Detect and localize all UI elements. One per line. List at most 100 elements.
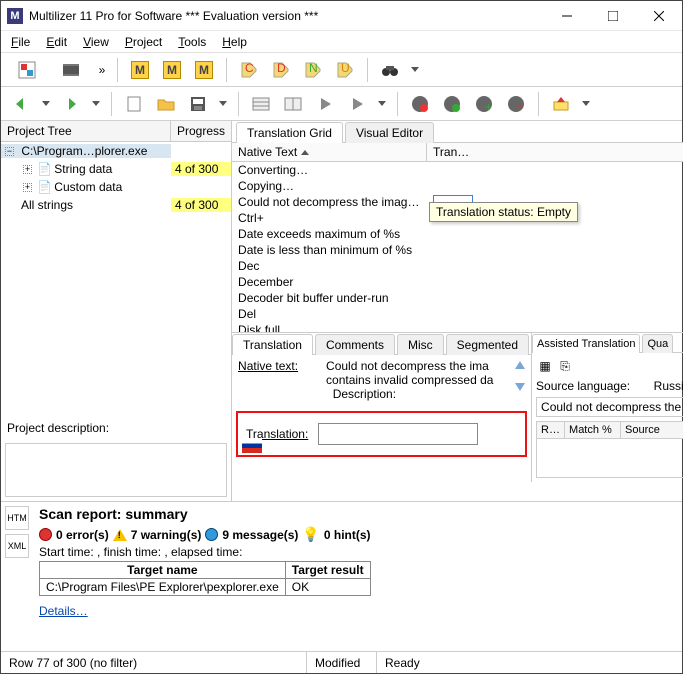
tab-misc[interactable]: Misc xyxy=(397,334,444,355)
tag-c-button[interactable]: C xyxy=(235,56,263,84)
xml-report-icon[interactable]: XML xyxy=(5,534,29,558)
tab-visual-editor[interactable]: Visual Editor xyxy=(345,122,434,143)
report-counters: 0 error(s) 7 warning(s) 9 message(s) 💡0 … xyxy=(39,526,674,543)
svg-text:C: C xyxy=(245,61,254,75)
assist-col-match[interactable]: Match % xyxy=(565,422,621,438)
col-native[interactable]: Native Text xyxy=(232,143,427,161)
grid-button-2[interactable] xyxy=(279,90,307,118)
svg-text:+: + xyxy=(485,100,492,114)
assist-btn-1[interactable]: ▦ xyxy=(536,357,554,375)
tab-segmented[interactable]: Segmented xyxy=(446,334,529,355)
report-th-target[interactable]: Target name xyxy=(40,562,286,579)
grid-row[interactable]: December xyxy=(232,274,683,290)
html-report-icon[interactable]: HTM xyxy=(5,506,29,530)
tree-header-project[interactable]: Project Tree xyxy=(1,121,171,141)
back-dropdown[interactable] xyxy=(39,101,53,106)
play-button[interactable] xyxy=(311,90,339,118)
menu-edit[interactable]: Edit xyxy=(40,33,73,51)
tag-u-button[interactable]: U xyxy=(331,56,359,84)
tab-qa[interactable]: Qua xyxy=(642,334,673,353)
back-button[interactable] xyxy=(7,90,35,118)
expand-icon[interactable]: + xyxy=(23,183,32,192)
build-dropdown[interactable] xyxy=(579,101,593,106)
string-progress: 4 of 300 xyxy=(171,162,231,176)
prev-icon[interactable] xyxy=(515,361,525,369)
close-button[interactable] xyxy=(636,1,682,31)
m-button-2[interactable]: M xyxy=(158,56,186,84)
save-dropdown[interactable] xyxy=(216,101,230,106)
assist-text: Could not decompress the image xyxy=(536,397,683,417)
forward-button[interactable] xyxy=(57,90,85,118)
grid-row[interactable]: Date exceeds maximum of %s xyxy=(232,226,683,242)
m-button-1[interactable]: M xyxy=(126,56,154,84)
menu-view[interactable]: View xyxy=(77,33,115,51)
reel-red-button[interactable] xyxy=(406,90,434,118)
maximize-button[interactable] xyxy=(590,1,636,31)
tab-translation[interactable]: Translation xyxy=(232,334,313,355)
menu-tools[interactable]: Tools xyxy=(172,33,212,51)
details-link[interactable]: Details… xyxy=(39,604,88,618)
binoculars-button[interactable] xyxy=(376,56,404,84)
grid-cell-native: Converting… xyxy=(232,163,427,177)
next-icon[interactable] xyxy=(515,383,525,391)
grid-button-1[interactable] xyxy=(247,90,275,118)
tree-all-strings-row[interactable]: All strings 4 of 300 xyxy=(1,196,231,214)
forward-dropdown[interactable] xyxy=(89,101,103,106)
tree-header-progress[interactable]: Progress xyxy=(171,121,231,141)
grid-row[interactable]: Del xyxy=(232,306,683,322)
tag-n-button[interactable]: N xyxy=(299,56,327,84)
dropdown-icon[interactable] xyxy=(408,67,422,72)
col-tran[interactable]: Tran… xyxy=(427,143,683,161)
tab-assisted[interactable]: Assisted Translation xyxy=(532,334,640,353)
tab-translation-grid[interactable]: Translation Grid xyxy=(236,122,343,143)
project-desc-box[interactable] xyxy=(5,443,227,497)
overflow-icon[interactable]: » xyxy=(95,63,109,77)
grid-row[interactable]: Decoder bit buffer under-run xyxy=(232,290,683,306)
tree-root-row[interactable]: − C:\Program…plorer.exe xyxy=(1,142,231,160)
expand-icon[interactable]: + xyxy=(23,165,32,174)
menu-file[interactable]: File xyxy=(5,33,36,51)
grid-cell-native: Ctrl+ xyxy=(232,211,427,225)
tree-string-data-row[interactable]: + 📄 String data 4 of 300 xyxy=(1,160,231,178)
translation-pane: Translation Comments Misc Segmented Nati… xyxy=(232,333,531,482)
tag-d-button[interactable]: D xyxy=(267,56,295,84)
report-th-result[interactable]: Target result xyxy=(285,562,370,579)
grid-row[interactable]: Date is less than minimum of %s xyxy=(232,242,683,258)
new-button[interactable] xyxy=(120,90,148,118)
tree-custom-data-row[interactable]: + 📄 Custom data xyxy=(1,178,231,196)
assist-btn-2[interactable]: ⎘ xyxy=(556,357,574,375)
reel-plus-button[interactable]: + xyxy=(470,90,498,118)
minimize-button[interactable] xyxy=(544,1,590,31)
play-dropdown[interactable] xyxy=(375,101,389,106)
wizard-button[interactable] xyxy=(7,56,47,84)
open-button[interactable] xyxy=(152,90,180,118)
film-button[interactable] xyxy=(51,56,91,84)
all-progress: 4 of 300 xyxy=(171,198,231,212)
app-icon: M xyxy=(7,8,23,24)
menu-project[interactable]: Project xyxy=(119,33,168,51)
play2-button[interactable] xyxy=(343,90,371,118)
menu-help[interactable]: Help xyxy=(216,33,253,51)
grid-row[interactable]: Copying… xyxy=(232,178,683,194)
toolbar-2: + − xyxy=(1,87,682,121)
project-tree-pane: Project Tree Progress − C:\Program…plore… xyxy=(1,121,232,501)
m-button-3[interactable]: M xyxy=(190,56,218,84)
titlebar: M Multilizer 11 Pro for Software *** Eva… xyxy=(1,1,682,31)
grid-row[interactable]: Disk full xyxy=(232,322,683,332)
build-button[interactable] xyxy=(547,90,575,118)
assist-col-r[interactable]: R… xyxy=(537,422,565,438)
save-button[interactable] xyxy=(184,90,212,118)
svg-text:D: D xyxy=(277,61,286,75)
collapse-icon[interactable]: − xyxy=(5,147,14,156)
tree-header: Project Tree Progress xyxy=(1,121,231,142)
tab-comments[interactable]: Comments xyxy=(315,334,395,355)
grid-row[interactable]: Dec xyxy=(232,258,683,274)
menubar: File Edit View Project Tools Help xyxy=(1,31,682,53)
grid-body: Converting…Copying…Could not decompress … xyxy=(232,162,683,332)
grid-row[interactable]: Converting… xyxy=(232,162,683,178)
reel-green-button[interactable] xyxy=(438,90,466,118)
assist-col-source[interactable]: Source xyxy=(621,422,683,438)
reel-minus-button[interactable]: − xyxy=(502,90,530,118)
grid-cell-native: Copying… xyxy=(232,179,427,193)
report-table: Target nameTarget result C:\Program File… xyxy=(39,561,371,596)
